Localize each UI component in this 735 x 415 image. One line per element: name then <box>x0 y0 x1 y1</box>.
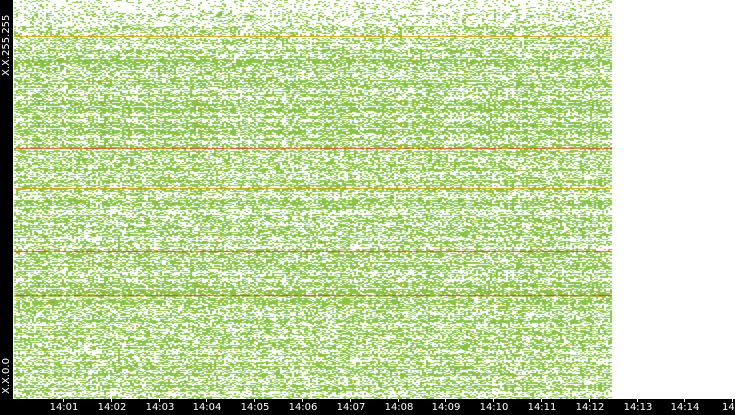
x-tick-label: 14:14 <box>670 402 700 413</box>
x-tick-label: 14:02 <box>97 402 127 413</box>
x-tick-label: 14:12 <box>575 402 605 413</box>
x-tick-label: 14:04 <box>192 402 222 413</box>
x-tick-label: 14:03 <box>145 402 175 413</box>
x-tick-label: 14:13 <box>623 402 653 413</box>
x-tick-label: 14 <box>722 402 735 413</box>
y-axis-bottom-label: X.X.0.0 <box>1 358 12 394</box>
x-tick-label: 14:07 <box>336 402 366 413</box>
x-tick-label: 14:11 <box>527 402 557 413</box>
x-tick-label: 14:05 <box>240 402 270 413</box>
y-axis-band: X.X.255.255 X.X.0.0 <box>0 0 13 415</box>
y-axis-top-label: X.X.255.255 <box>1 14 12 76</box>
x-tick-label: 14:06 <box>288 402 318 413</box>
x-tick-label: 14:08 <box>384 402 414 413</box>
heatmap-canvas <box>0 0 735 415</box>
x-tick-label: 14:01 <box>49 402 79 413</box>
x-tick-label: 14:10 <box>479 402 509 413</box>
x-tick-label: 14:09 <box>431 402 461 413</box>
